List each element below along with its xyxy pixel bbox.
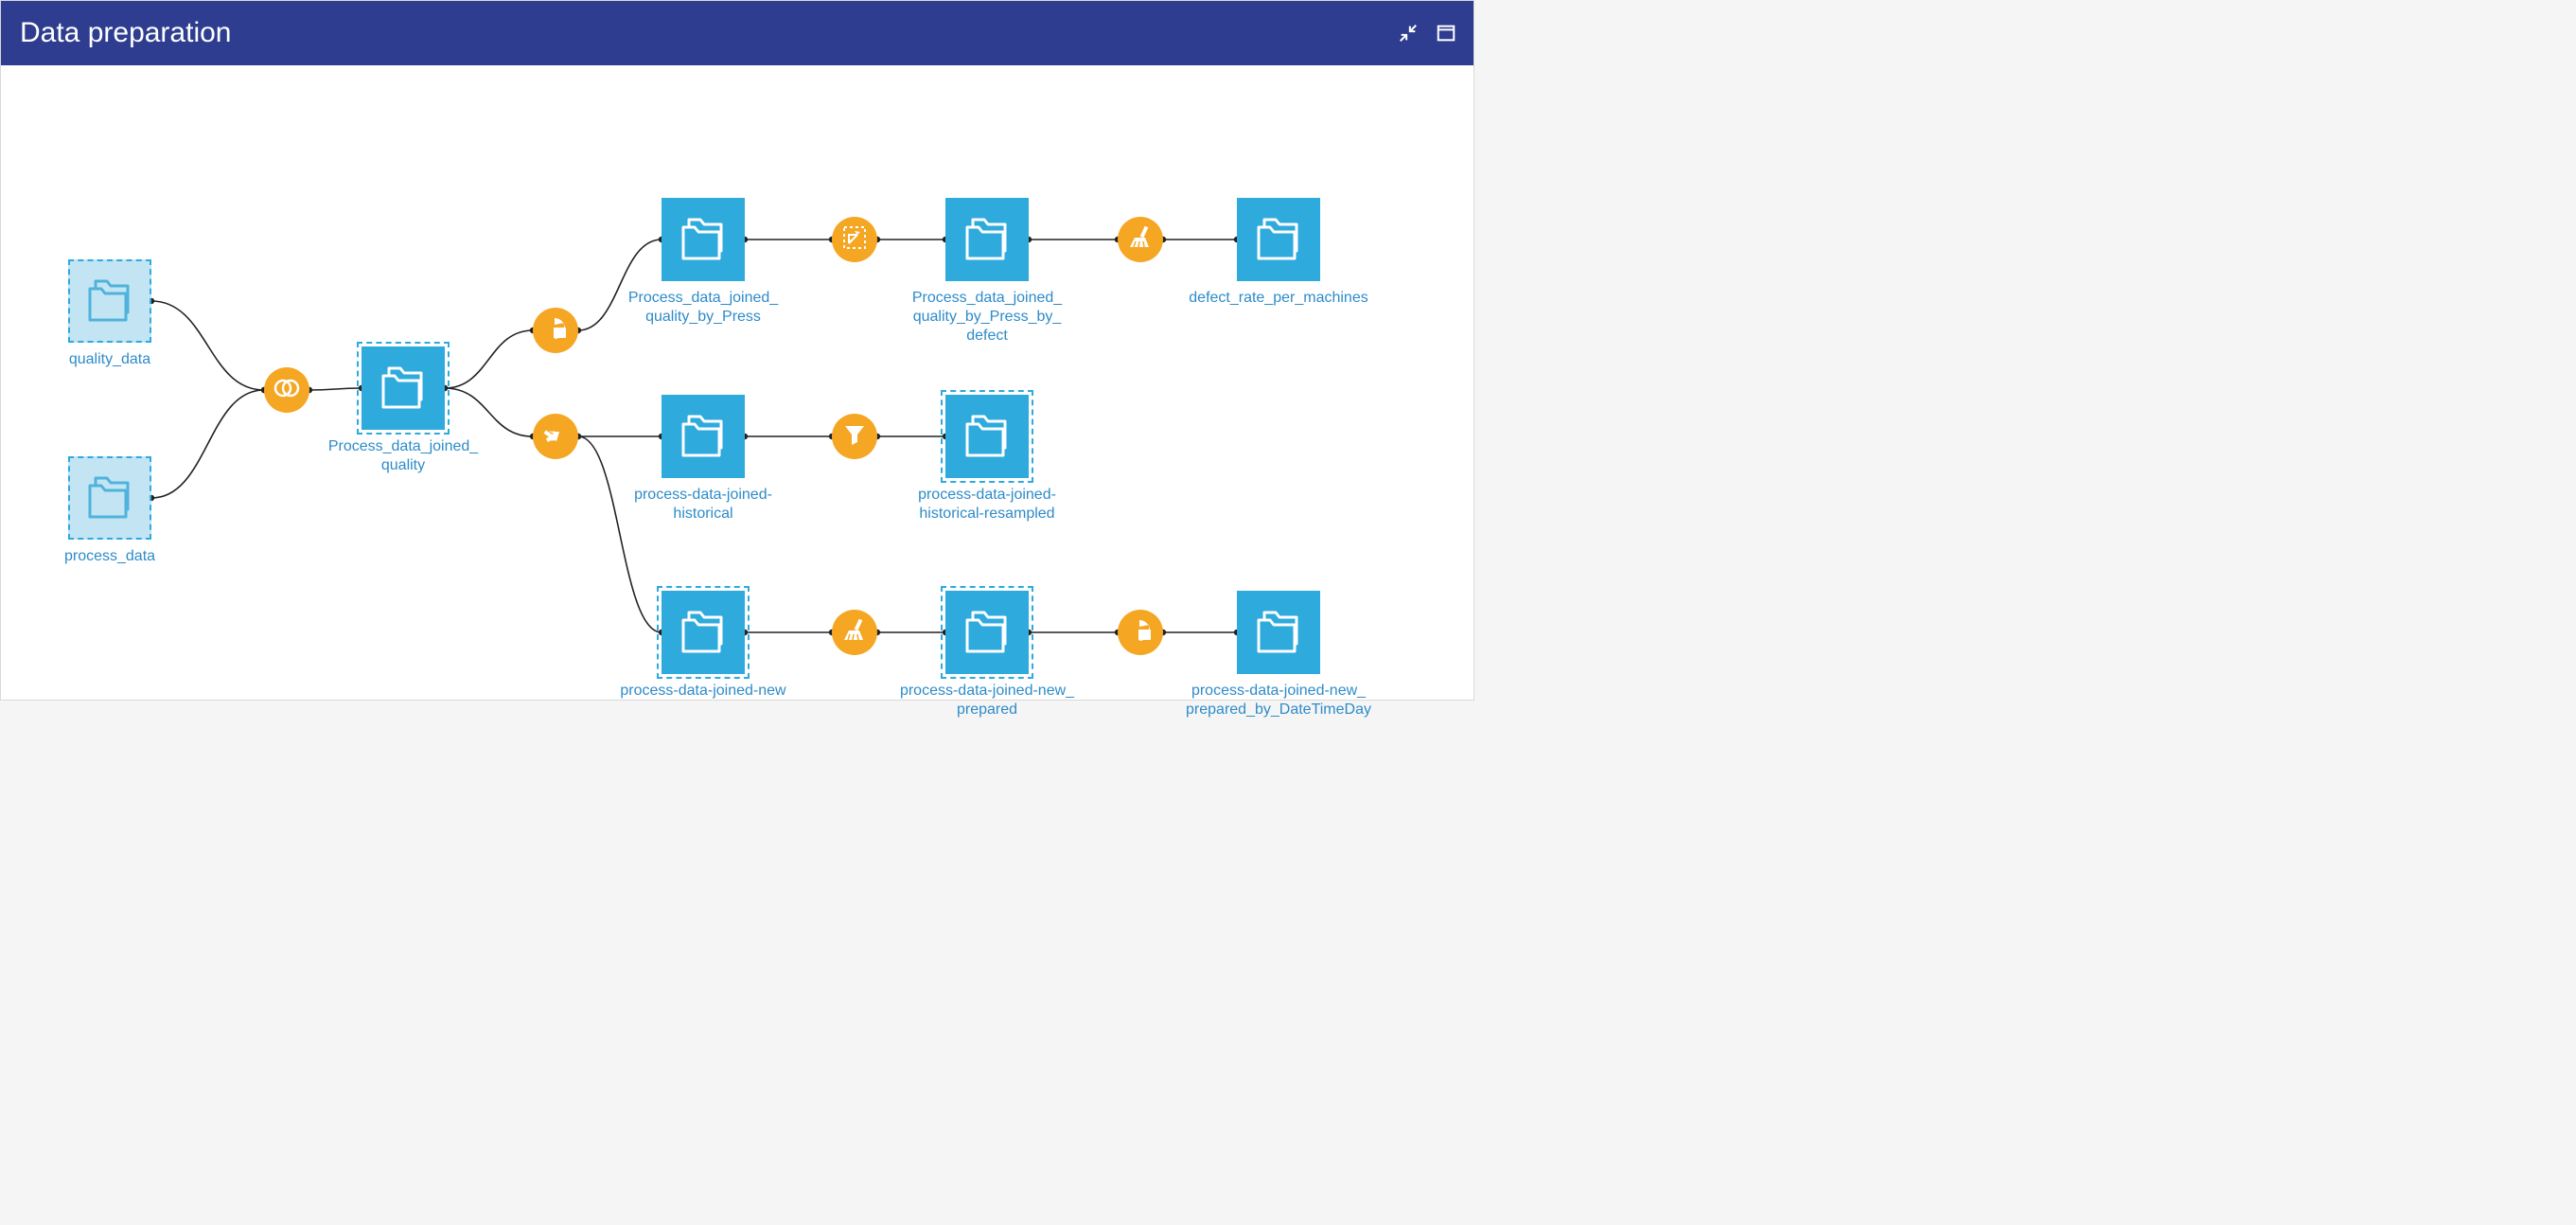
dataset-process_data[interactable]: process_data bbox=[15, 456, 204, 566]
panel-actions bbox=[1398, 23, 1456, 44]
dataset-by_press[interactable]: Process_data_joined_quality_by_Press bbox=[609, 198, 798, 327]
dataset-label: process-data-joined-new_prepared_by_Date… bbox=[1184, 682, 1373, 719]
op-pivot2[interactable] bbox=[832, 217, 877, 262]
flow-canvas[interactable]: quality_data process_data Process_data_j… bbox=[1, 65, 1473, 700]
dataset-label: process_data bbox=[15, 547, 204, 566]
dataset-label: Process_data_joined_quality bbox=[309, 437, 498, 475]
pivot2-icon bbox=[841, 224, 868, 256]
dataset-new[interactable]: process-data-joined-new bbox=[609, 591, 798, 701]
pivot-icon bbox=[541, 314, 570, 347]
dataset-historical[interactable]: process-data-joined-historical bbox=[609, 395, 798, 524]
filter-icon bbox=[842, 422, 867, 452]
folder-icon bbox=[945, 198, 1029, 281]
dataset-label: quality_data bbox=[15, 350, 204, 369]
folder-icon bbox=[662, 591, 745, 674]
pivot-icon bbox=[1126, 616, 1155, 649]
dataset-label: process-data-joined-new bbox=[609, 682, 798, 701]
panel-header: Data preparation bbox=[1, 1, 1473, 65]
dataset-label: process-data-joined-historical bbox=[609, 486, 798, 524]
dataset-new_prepared[interactable]: process-data-joined-new_prepared bbox=[892, 591, 1082, 719]
panel-title: Data preparation bbox=[20, 17, 231, 49]
split-icon bbox=[541, 420, 570, 453]
clean-icon bbox=[1127, 224, 1154, 256]
join-icon bbox=[273, 374, 301, 407]
folder-icon bbox=[1237, 591, 1320, 674]
folder-icon bbox=[945, 591, 1029, 674]
dataset-label: process-data-joined-new_prepared bbox=[892, 682, 1082, 719]
folder-icon bbox=[945, 395, 1029, 478]
op-filter[interactable] bbox=[832, 414, 877, 459]
folder-icon bbox=[662, 395, 745, 478]
dataset-label: Process_data_joined_quality_by_Press_by_… bbox=[892, 289, 1082, 346]
panel: Data preparation quality_data process_da… bbox=[0, 0, 1474, 701]
dataset-by_press_defect[interactable]: Process_data_joined_quality_by_Press_by_… bbox=[892, 198, 1082, 346]
folder-icon bbox=[362, 346, 445, 430]
folder-icon bbox=[68, 456, 151, 540]
op-join[interactable] bbox=[264, 367, 309, 413]
dataset-label: defect_rate_per_machines bbox=[1184, 289, 1373, 308]
maximize-icon[interactable] bbox=[1436, 23, 1456, 44]
folder-icon bbox=[1237, 198, 1320, 281]
op-pivot1[interactable] bbox=[533, 308, 578, 353]
op-clean2[interactable] bbox=[832, 610, 877, 655]
collapse-icon[interactable] bbox=[1398, 23, 1419, 44]
op-clean1[interactable] bbox=[1118, 217, 1163, 262]
dataset-new_by_day[interactable]: process-data-joined-new_prepared_by_Date… bbox=[1184, 591, 1373, 719]
folder-icon bbox=[68, 259, 151, 343]
dataset-label: process-data-joined-historical-resampled bbox=[892, 486, 1082, 524]
op-split[interactable] bbox=[533, 414, 578, 459]
clean-icon bbox=[841, 617, 868, 648]
dataset-joined_quality[interactable]: Process_data_joined_quality bbox=[309, 346, 498, 475]
dataset-label: Process_data_joined_quality_by_Press bbox=[609, 289, 798, 327]
dataset-historical_res[interactable]: process-data-joined-historical-resampled bbox=[892, 395, 1082, 524]
dataset-quality_data[interactable]: quality_data bbox=[15, 259, 204, 369]
op-pivot3[interactable] bbox=[1118, 610, 1163, 655]
dataset-defect_rate[interactable]: defect_rate_per_machines bbox=[1184, 198, 1373, 308]
folder-icon bbox=[662, 198, 745, 281]
